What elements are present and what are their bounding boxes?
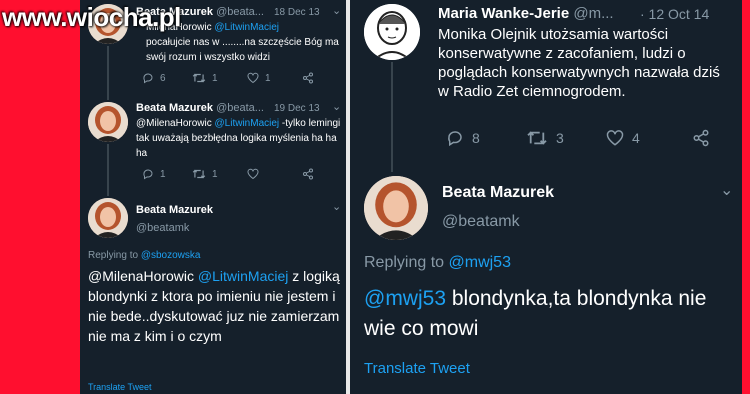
tweet-actions: 6 1 1 — [142, 72, 314, 84]
translate-tweet-link[interactable]: Translate Tweet — [364, 360, 470, 377]
author-handle[interactable]: @beatamk — [442, 213, 520, 231]
share-icon — [693, 129, 709, 147]
right-screenshot: Maria Wanke-Jerie @m... · 12 Oct 14 Moni… — [350, 0, 742, 394]
reply-button[interactable]: 1 — [142, 168, 192, 180]
retweet-count: 1 — [212, 72, 218, 84]
replying-to: Replying to @sbozowska — [88, 250, 201, 261]
retweet-count: 1 — [212, 168, 218, 180]
like-button[interactable] — [247, 168, 302, 180]
thread-line — [391, 62, 393, 172]
heart-icon — [247, 72, 259, 84]
tweet-actions: 1 1 — [142, 168, 314, 180]
retweet-icon — [192, 169, 206, 179]
share-button[interactable] — [302, 168, 314, 180]
reply-icon — [143, 73, 153, 84]
mention-link[interactable]: @LitwinMaciej — [214, 22, 279, 33]
chevron-down-icon[interactable]: ⌄ — [332, 100, 341, 113]
like-button[interactable]: 1 — [247, 72, 302, 84]
watermark: www.wiocha.pl — [2, 2, 181, 32]
share-button[interactable] — [692, 129, 710, 147]
retweet-icon — [192, 73, 206, 83]
author-name[interactable]: Beata Mazurek — [442, 184, 554, 202]
retweet-button[interactable]: 3 — [526, 129, 606, 147]
reply-button[interactable]: 6 — [142, 72, 192, 84]
share-icon — [303, 72, 313, 84]
translate-tweet-link[interactable]: Translate Tweet — [88, 382, 152, 392]
mention-link[interactable]: @LitwinMaciej — [215, 118, 280, 129]
chevron-down-icon[interactable]: ⌄ — [332, 4, 341, 17]
share-button[interactable] — [302, 72, 314, 84]
tweet-text: @mwj53 blondynka,ta blondynka nie wie co… — [364, 287, 707, 340]
tweet-text: @MilenaHorowic @LitwinMaciej -tylko lemi… — [136, 118, 341, 159]
like-button[interactable]: 4 — [606, 129, 692, 147]
tweet-date[interactable]: 18 Dec 13 — [274, 7, 320, 18]
chevron-down-icon[interactable]: ⌄ — [332, 200, 341, 213]
tweet-actions: 8 3 4 — [446, 129, 710, 147]
retweet-button[interactable]: 1 — [192, 168, 247, 180]
replying-to-link[interactable]: @mwj53 — [449, 254, 511, 271]
tweet-date[interactable]: 19 Dec 13 — [274, 103, 320, 114]
author-handle[interactable]: @beatamk — [136, 222, 189, 234]
reply-count: 1 — [160, 168, 166, 180]
reply-count: 8 — [472, 130, 480, 146]
reply-button[interactable]: 8 — [446, 129, 526, 147]
heart-icon — [606, 130, 624, 146]
thread-line — [107, 144, 109, 196]
chevron-down-icon[interactable]: ⌄ — [720, 180, 733, 200]
red-frame-right — [742, 0, 750, 394]
tweet-text: Monika Olejnik utożsamia wartości konser… — [438, 26, 720, 100]
like-count: 1 — [265, 72, 271, 84]
retweet-icon — [527, 131, 547, 145]
heart-icon — [247, 168, 259, 180]
author-name[interactable]: Beata Mazurek @beata... — [136, 102, 264, 114]
red-frame-left — [0, 0, 80, 394]
thread-line — [107, 46, 109, 100]
replying-to-link[interactable]: @sbozowska — [141, 250, 201, 261]
avatar[interactable] — [88, 198, 128, 238]
mention-link[interactable]: @LitwinMaciej — [198, 268, 288, 284]
left-screenshot: Beata Mazurek @beata... 18 Dec 13 ⌄ Mile… — [80, 0, 346, 394]
author-name[interactable]: Maria Wanke-Jerie @m... — [438, 5, 614, 22]
mention-link[interactable]: @mwj53 — [364, 287, 446, 310]
reply-icon — [143, 169, 153, 180]
reply-icon — [448, 131, 462, 147]
tweet-text: @MilenaHorowic @LitwinMaciej z logiką bl… — [88, 268, 340, 344]
author-name[interactable]: Beata Mazurek — [136, 204, 213, 216]
reply-count: 6 — [160, 72, 166, 84]
tweet-date[interactable]: · 12 Oct 14 — [640, 6, 709, 22]
share-icon — [303, 168, 313, 180]
avatar[interactable] — [364, 4, 420, 60]
replying-to: Replying to @mwj53 — [364, 254, 511, 271]
avatar[interactable] — [88, 102, 128, 142]
avatar[interactable] — [364, 176, 428, 240]
retweet-count: 3 — [556, 130, 564, 146]
like-count: 4 — [632, 130, 640, 146]
retweet-button[interactable]: 1 — [192, 72, 247, 84]
